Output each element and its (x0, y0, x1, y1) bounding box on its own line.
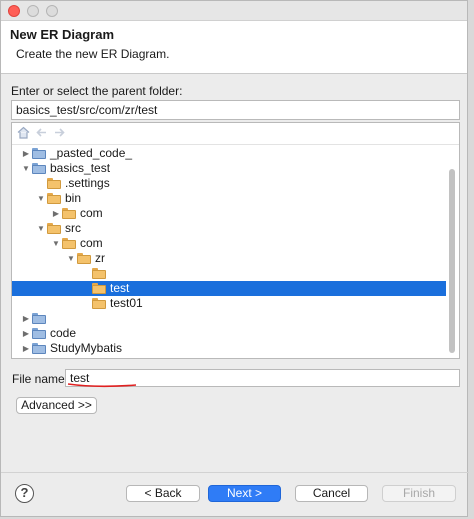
project-folder-icon (32, 313, 46, 324)
tree-item-label: com (80, 206, 103, 220)
tree-item[interactable]: ▼ bin (12, 191, 446, 206)
tree-item-label: src (65, 221, 81, 235)
wizard-subtitle: Create the new ER Diagram. (16, 47, 170, 61)
tree-item[interactable] (12, 266, 446, 281)
footer-divider (1, 472, 469, 473)
chevron-down-icon[interactable]: ▼ (36, 191, 46, 206)
tree-item[interactable]: ▼ basics_test (12, 161, 446, 176)
tree-scrollbar[interactable] (447, 145, 457, 357)
tree-item-label: zr (95, 251, 105, 265)
parent-folder-input[interactable]: basics_test/src/com/zr/test (11, 100, 460, 120)
wizard-title: New ER Diagram (10, 27, 115, 42)
tree-item[interactable]: ▼ src (12, 221, 446, 236)
tree-item[interactable]: .settings (12, 176, 446, 191)
tree-item-label: .settings (65, 176, 110, 190)
project-folder-icon (32, 148, 46, 159)
maximize-window-button[interactable] (46, 5, 58, 17)
advanced-button[interactable]: Advanced >> (16, 397, 97, 414)
project-folder-icon (32, 163, 46, 174)
tree-item-label: StudyMybatis (50, 341, 123, 355)
chevron-down-icon[interactable]: ▼ (51, 236, 61, 251)
chevron-right-icon[interactable]: ▶ (21, 341, 31, 356)
tree-item[interactable]: ▶ (12, 311, 446, 326)
tree-item[interactable]: ▼ zr (12, 251, 446, 266)
minimize-window-button[interactable] (27, 5, 39, 17)
folder-tree[interactable]: ▶ _pasted_code_ ▼ basics_test .settings ▼ bin ▶… (11, 122, 460, 359)
folder-icon (47, 223, 61, 234)
tree-item[interactable]: ▼ com (12, 236, 446, 251)
tree-item[interactable]: ▶ com (12, 206, 446, 221)
folder-icon (62, 208, 76, 219)
home-icon[interactable] (17, 126, 30, 142)
tree-item[interactable]: ▶ code (12, 326, 446, 341)
chevron-down-icon[interactable]: ▼ (66, 251, 76, 266)
tree-item-label: _pasted_code_ (50, 146, 133, 160)
folder-icon (62, 238, 76, 249)
new-er-diagram-dialog: New ER Diagram Create the new ER Diagram… (0, 0, 469, 517)
chevron-right-icon[interactable]: ▶ (51, 206, 61, 221)
help-icon[interactable]: ? (15, 484, 34, 503)
folder-icon (77, 253, 91, 264)
tree-item-label: bin (65, 191, 82, 205)
chevron-down-icon[interactable]: ▼ (36, 221, 46, 236)
tree-item[interactable]: ▶ StudyMybatis (12, 341, 446, 356)
folder-icon (47, 193, 61, 204)
tree-item-label: test01 (110, 296, 143, 310)
folder-icon (92, 283, 106, 294)
back-icon[interactable] (35, 126, 48, 142)
back-button[interactable]: < Back (126, 485, 200, 502)
tree-item-label: basics_test (50, 161, 111, 175)
tree-item[interactable]: test (12, 281, 446, 296)
red-underline-annotation (67, 383, 137, 388)
close-window-button[interactable] (8, 5, 20, 17)
window-titlebar (1, 1, 467, 21)
tree-toolbar (12, 123, 459, 145)
chevron-right-icon[interactable]: ▶ (21, 311, 31, 326)
chevron-down-icon[interactable]: ▼ (21, 161, 31, 176)
next-button[interactable]: Next > (208, 485, 281, 502)
finish-button[interactable]: Finish (382, 485, 456, 502)
tree-item[interactable]: ▶ _pasted_code_ (12, 146, 446, 161)
file-name-label: File name: (12, 372, 69, 386)
project-folder-icon (32, 328, 46, 339)
folder-icon (47, 178, 61, 189)
project-folder-icon (32, 343, 46, 354)
wizard-header: New ER Diagram Create the new ER Diagram… (1, 21, 467, 74)
cancel-button[interactable]: Cancel (295, 485, 368, 502)
chevron-right-icon[interactable]: ▶ (21, 146, 31, 161)
folder-icon (92, 298, 106, 309)
parent-folder-label: Enter or select the parent folder: (11, 84, 183, 98)
forward-icon[interactable] (53, 126, 66, 142)
tree-item-label: code (50, 326, 77, 340)
tree-item[interactable]: test01 (12, 296, 446, 311)
chevron-right-icon[interactable]: ▶ (21, 326, 31, 341)
tree-item-label: com (80, 236, 103, 250)
folder-icon (92, 268, 106, 279)
scrollbar-thumb[interactable] (449, 169, 455, 353)
tree-item-label: test (110, 281, 130, 295)
